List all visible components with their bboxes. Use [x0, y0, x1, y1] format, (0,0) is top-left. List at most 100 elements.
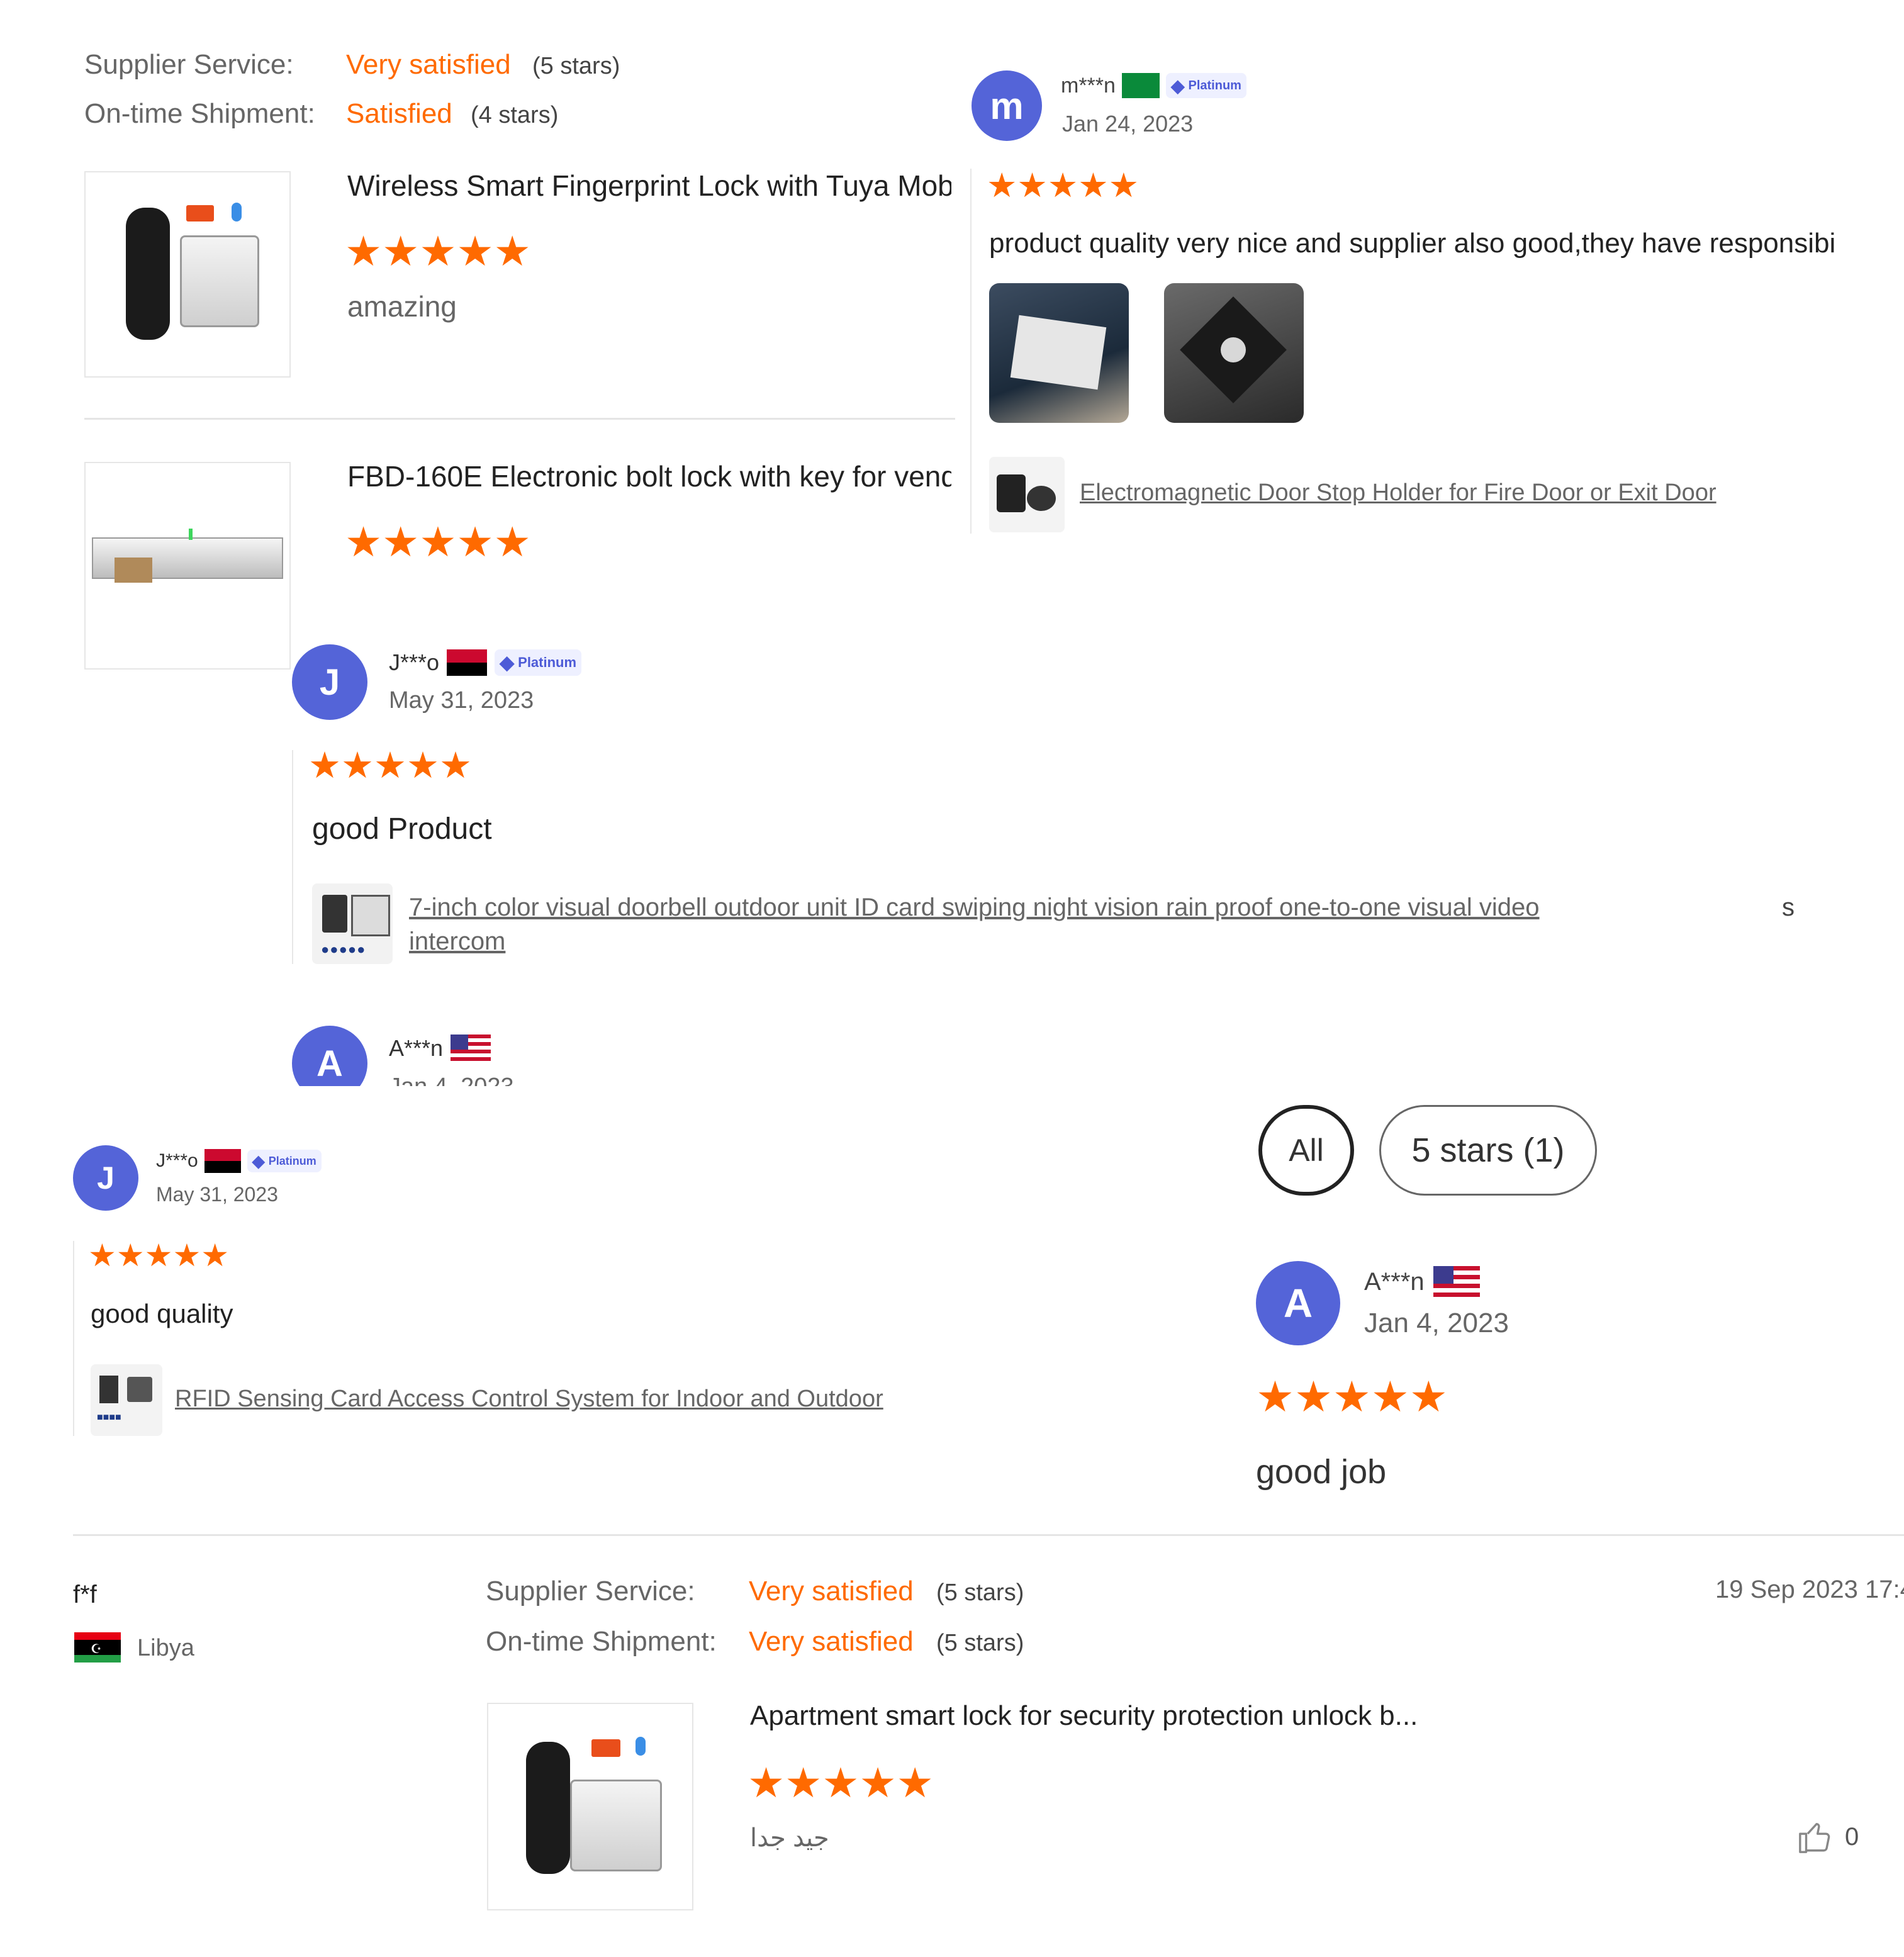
- avatar: J: [292, 644, 367, 720]
- review-text: product quality very nice and supplier a…: [989, 228, 1836, 259]
- review-comment: جيد جدا: [750, 1824, 829, 1852]
- review-date: Jan 4, 2023: [389, 1074, 514, 1086]
- reviewer-name: f*f: [73, 1581, 97, 1608]
- reviewer-name: A***n: [1364, 1267, 1425, 1296]
- avatar: J: [73, 1145, 138, 1211]
- product-title[interactable]: Apartment smart lock for security protec…: [750, 1700, 1418, 1732]
- rating-stars: ★★★★★: [308, 745, 472, 786]
- next-review-clipped: A A***n Jan 4, 2023: [289, 1007, 667, 1086]
- reader-image: [99, 1376, 118, 1403]
- truncated-text: s: [1782, 894, 1795, 921]
- product-link[interactable]: RFID Sensing Card Access Control System …: [175, 1386, 883, 1413]
- review-border: [73, 1241, 74, 1436]
- reviewer-name: J***o: [156, 1150, 198, 1171]
- product-title[interactable]: FBD-160E Electronic bolt lock with key f…: [347, 459, 951, 493]
- review-border: [970, 169, 972, 534]
- supplier-service-value: Very satisfied: [346, 49, 511, 80]
- mic-icon: [636, 1737, 646, 1756]
- reviewer-line: m***n ◆ Platinum: [1061, 73, 1246, 98]
- saudi-flag-icon: [1121, 73, 1160, 98]
- holder-image: [1027, 486, 1056, 511]
- filter-5-stars-button[interactable]: 5 stars (1): [1379, 1105, 1597, 1196]
- filter-all-button[interactable]: All: [1258, 1105, 1354, 1196]
- shipment-stars: (4 stars): [471, 102, 559, 128]
- usa-flag-icon: [451, 1035, 491, 1062]
- product-mini-thumbnail[interactable]: ●●●●●: [312, 883, 393, 964]
- shipment-stars: (5 stars): [936, 1630, 1024, 1656]
- rating-stars: ★★★★★: [748, 1759, 934, 1806]
- supplier-service-value: Very satisfied: [749, 1576, 914, 1607]
- product-title[interactable]: Wireless Smart Fingerprint Lock with Tuy…: [347, 169, 951, 203]
- thumbs-up-icon: [1799, 1823, 1830, 1853]
- like-count: 0: [1845, 1822, 1859, 1851]
- product-thumbnail[interactable]: [487, 1703, 693, 1910]
- platinum-badge: ◆ Platinum: [247, 1150, 322, 1172]
- diamond-icon: ◆: [500, 652, 515, 673]
- product-link[interactable]: Electromagnetic Door Stop Holder for Fir…: [1080, 479, 1716, 507]
- diamond-icon: ◆: [252, 1151, 265, 1170]
- shipment-value: Satisfied: [346, 98, 452, 129]
- rating-stars: ★★★★★: [88, 1238, 230, 1273]
- reviewer-name: m***n: [1061, 73, 1116, 98]
- device-button-image: [1221, 337, 1246, 362]
- reviewer-name: J***o: [389, 649, 440, 675]
- rating-stars: ★★★★★: [345, 228, 531, 274]
- avatar: m: [972, 70, 1042, 141]
- reviewer-name: A***n: [389, 1035, 444, 1061]
- libya-flag-icon: ☪: [74, 1632, 121, 1663]
- product-mini-thumbnail[interactable]: ■■■■: [91, 1364, 162, 1436]
- supplier-service-label: Supplier Service:: [486, 1576, 695, 1607]
- rating-stars: ★★★★★: [345, 519, 531, 565]
- bolt-key-image: [115, 558, 152, 583]
- review-date: Jan 24, 2023: [1062, 111, 1194, 137]
- product-thumbnail[interactable]: [84, 171, 291, 378]
- badge-label: Platinum: [518, 654, 577, 670]
- label-sticker-image: [1010, 315, 1107, 390]
- magnet-image: [997, 474, 1026, 512]
- angola-flag-icon: [447, 649, 488, 676]
- review-text: good Product: [312, 812, 492, 846]
- review-text: good job: [1256, 1453, 1387, 1491]
- shipment-label: On-time Shipment:: [84, 98, 315, 129]
- product-thumbnail[interactable]: [84, 462, 291, 670]
- divider: [84, 418, 955, 420]
- mic-icon: [232, 203, 242, 221]
- rating-stars: ★★★★★: [987, 167, 1140, 205]
- review-text: good quality: [91, 1299, 233, 1328]
- usa-flag-icon: [1433, 1266, 1480, 1298]
- monitor-image: [351, 895, 390, 936]
- tuya-logo-icon: [591, 1739, 620, 1757]
- reviewer-line: A***n: [1364, 1266, 1480, 1298]
- badge-label: Platinum: [1188, 78, 1241, 93]
- card-dots-icon: ■■■■: [97, 1412, 121, 1423]
- review-date: May 31, 2023: [389, 687, 534, 714]
- rating-stars: ★★★★★: [1256, 1373, 1448, 1421]
- review-border: [292, 750, 293, 964]
- crescent-icon: ☪: [91, 1642, 102, 1656]
- review-date: May 31, 2023: [156, 1183, 278, 1206]
- reviewer-line: A***n: [389, 1035, 491, 1062]
- reviewer-line: J***o ◆ Platinum: [389, 649, 582, 676]
- lock-keypad-image: [126, 208, 170, 340]
- product-mini-thumbnail[interactable]: [989, 457, 1065, 532]
- diamond-icon: ◆: [1170, 76, 1185, 96]
- reviewer-line: J***o ◆ Platinum: [156, 1149, 322, 1173]
- avatar: A: [1256, 1261, 1340, 1345]
- reviewer-country: Libya: [137, 1635, 194, 1661]
- product-link-continued[interactable]: intercom: [409, 928, 505, 956]
- supplier-service-label: Supplier Service:: [84, 49, 294, 80]
- review-photo[interactable]: [989, 283, 1129, 423]
- led-indicator-icon: [189, 529, 193, 540]
- shipment-value: Very satisfied: [749, 1626, 914, 1657]
- supplier-service-stars: (5 stars): [532, 53, 620, 79]
- lock-keypad-image: [526, 1742, 570, 1874]
- controller-image: [127, 1377, 152, 1402]
- review-photo[interactable]: [1164, 283, 1304, 423]
- like-button[interactable]: 0: [1797, 1819, 1859, 1855]
- avatar: A: [292, 1026, 367, 1086]
- platinum-badge: ◆ Platinum: [1165, 73, 1246, 98]
- supplier-service-stars: (5 stars): [936, 1579, 1024, 1606]
- review-datetime: 19 Sep 2023 17:4: [1715, 1576, 1904, 1603]
- lock-body-image: [180, 235, 259, 327]
- product-link[interactable]: 7-inch color visual doorbell outdoor uni…: [409, 894, 1540, 922]
